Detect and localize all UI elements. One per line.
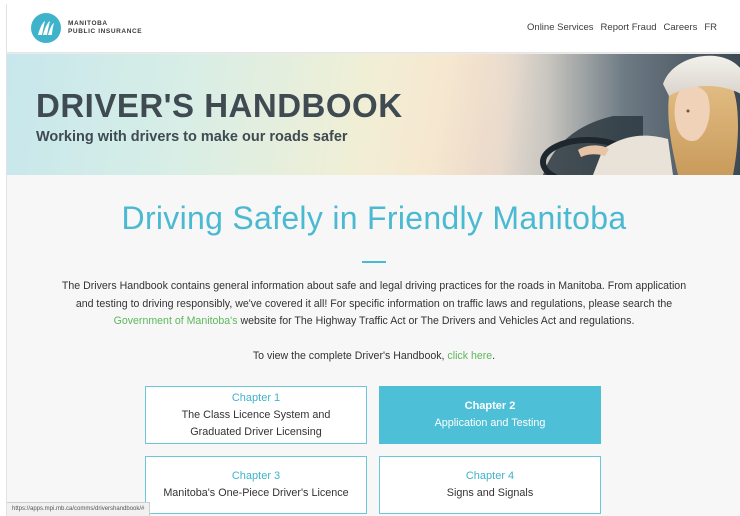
chapter-1-desc-line-2: Graduated Driver Licensing xyxy=(190,425,322,438)
chapter-2-card[interactable]: Chapter 2 Application and Testing xyxy=(379,386,601,444)
hero-subtitle: Working with drivers to make our roads s… xyxy=(36,129,348,145)
browser-viewport: MANITOBA PUBLIC INSURANCE Online Service… xyxy=(6,4,740,516)
logo-wordmark: MANITOBA PUBLIC INSURANCE xyxy=(68,20,142,36)
hero-title: DRIVER'S HANDBOOK xyxy=(36,87,403,124)
view-handbook-period: . xyxy=(492,350,496,362)
browser-status-bar: https://apps.mpi.mb.ca/comms/drivershand… xyxy=(7,502,151,516)
site-header: MANITOBA PUBLIC INSURANCE Online Service… xyxy=(7,4,740,53)
click-here-link[interactable]: click here xyxy=(447,350,492,362)
logo-line-2: PUBLIC INSURANCE xyxy=(68,28,143,35)
chapter-1-desc-line-1: The Class Licence System and xyxy=(181,408,331,421)
chapter-4-card[interactable]: Chapter 4 Signs and Signals xyxy=(379,456,601,514)
intro-paragraph: The Drivers Handbook contains general in… xyxy=(59,278,689,331)
nav-online-services[interactable]: Online Services xyxy=(527,22,594,33)
view-handbook-text: To view the complete Driver's Handbook, xyxy=(252,350,448,362)
chapter-2-desc: Application and Testing xyxy=(434,417,546,429)
nav-language-fr[interactable]: FR xyxy=(704,22,717,33)
driver-photo-image xyxy=(483,54,740,175)
title-divider xyxy=(362,261,386,263)
chapter-3-desc: Manitoba's One-Piece Driver's Licence xyxy=(163,487,349,499)
nav-careers[interactable]: Careers xyxy=(664,22,698,33)
page-title: Driving Safely in Friendly Manitoba xyxy=(121,200,627,236)
chapter-3-card[interactable]: Chapter 3 Manitoba's One-Piece Driver's … xyxy=(145,456,367,514)
chapter-2-label: Chapter 2 xyxy=(464,400,516,412)
chapter-1-label: Chapter 1 xyxy=(231,391,281,404)
mpi-logo[interactable]: MANITOBA PUBLIC INSURANCE xyxy=(31,13,142,43)
nav-report-fraud[interactable]: Report Fraud xyxy=(601,22,657,33)
chapter-1-card[interactable]: Chapter 1 The Class Licence System and G… xyxy=(145,386,367,444)
intro-text-2: website for The Highway Traffic Act or T… xyxy=(237,315,635,327)
hero-banner: DRIVER'S HANDBOOK Working with drivers t… xyxy=(7,54,740,175)
chapter-3-label: Chapter 3 xyxy=(231,470,281,482)
logo-line-1: MANITOBA xyxy=(68,20,108,27)
government-of-manitoba-link[interactable]: Government of Manitoba's xyxy=(114,315,238,327)
top-nav: Online Services Report Fraud Careers FR xyxy=(527,22,717,33)
intro-text-1: The Drivers Handbook contains general in… xyxy=(61,280,687,310)
chapter-4-label: Chapter 4 xyxy=(465,470,515,482)
mpi-logo-icon xyxy=(31,13,61,43)
chapter-4-desc: Signs and Signals xyxy=(446,487,534,499)
view-handbook-line: To view the complete Driver's Handbook, … xyxy=(7,348,740,365)
